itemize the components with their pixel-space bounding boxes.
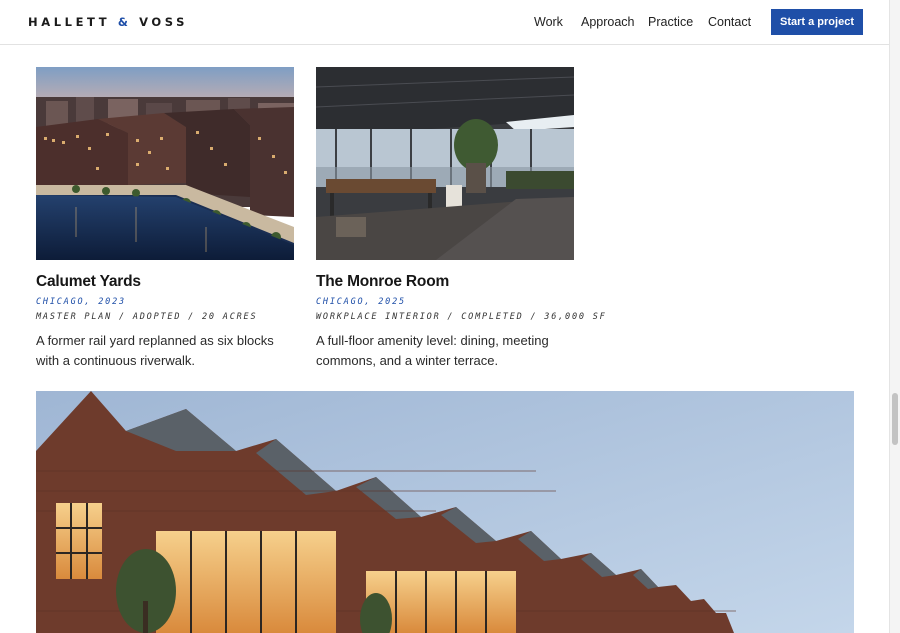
project-specs: MASTER PLAN / ADOPTED / 20 ACRES	[36, 312, 258, 322]
project-location-year: CHICAGO, 2023	[36, 297, 126, 307]
nav-link-contact[interactable]: Contact	[708, 15, 751, 29]
project-location-year: CHICAGO, 2025	[316, 297, 406, 307]
brand-logo[interactable]: HALLETT & VOSS	[28, 15, 188, 29]
project-card-monroe-room[interactable]: The Monroe Room CHICAGO, 2025 WORKPLACE …	[316, 67, 607, 371]
feature-image-sawtooth-building[interactable]	[36, 391, 854, 633]
project-card-calumet-yards[interactable]: Calumet Yards CHICAGO, 2023 MASTER PLAN …	[36, 67, 294, 371]
scrollbar-thumb[interactable]	[892, 393, 898, 445]
project-title[interactable]: Calumet Yards	[36, 273, 294, 291]
nav-link-work[interactable]: Work	[534, 15, 563, 29]
project-description: A former rail yard replanned as six bloc…	[36, 333, 274, 368]
project-image-aerial-riverfront[interactable]	[36, 67, 294, 260]
nav-link-approach[interactable]: Approach	[581, 15, 635, 29]
nav-link-practice[interactable]: Practice	[648, 15, 693, 29]
project-specs: WORKPLACE INTERIOR / COMPLETED / 36,000 …	[316, 312, 607, 322]
page: HALLETT & VOSS Work Approach Practice Co…	[0, 0, 889, 633]
project-title[interactable]: The Monroe Room	[316, 273, 574, 291]
site-header: HALLETT & VOSS Work Approach Practice Co…	[0, 0, 889, 45]
brand-name-right: VOSS	[139, 15, 188, 29]
brand-name-left: HALLETT	[28, 15, 111, 29]
brand-ampersand: &	[117, 15, 132, 29]
start-project-button[interactable]: Start a project	[771, 9, 863, 35]
project-image-interior-amenity[interactable]	[316, 67, 574, 260]
project-description: A full-floor amenity level: dining, meet…	[316, 333, 549, 368]
page-scrollbar[interactable]	[889, 0, 900, 633]
